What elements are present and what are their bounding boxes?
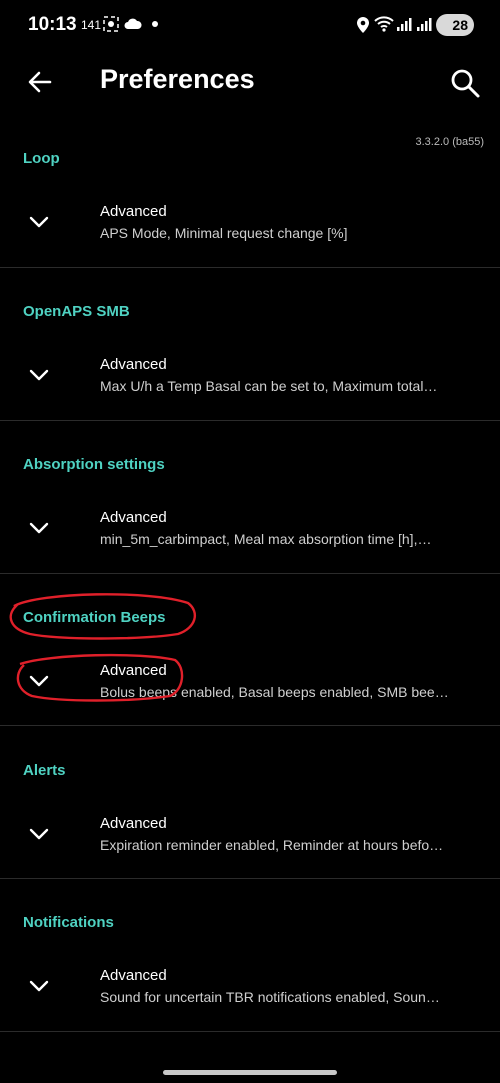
app-bar: Preferences [0, 52, 500, 114]
location-icon [357, 17, 369, 33]
notification-dot-icon [152, 21, 158, 27]
wifi-icon [374, 16, 394, 32]
advanced-item-absorption-settings[interactable]: Advanced min_5m_carbimpact, Meal max abs… [0, 497, 500, 567]
item-summary: Bolus beeps enabled, Basal beeps enabled… [100, 684, 449, 700]
home-indicator[interactable] [163, 1070, 337, 1075]
section-header-notifications: Notifications [23, 914, 114, 931]
item-title: Advanced [100, 203, 167, 220]
chevron-down-icon [29, 675, 49, 687]
screen-record-icon [103, 16, 119, 32]
divider [0, 878, 500, 879]
item-summary: APS Mode, Minimal request change [%] [100, 225, 348, 241]
divider [0, 573, 500, 574]
signal-icon [397, 18, 412, 31]
item-summary: min_5m_carbimpact, Meal max absorption t… [100, 531, 432, 547]
battery-indicator: 28 [436, 14, 474, 36]
page-title: Preferences [100, 64, 255, 94]
divider [0, 725, 500, 726]
section-header-openaps-smb: OpenAPS SMB [23, 303, 130, 320]
advanced-item-loop[interactable]: Advanced APS Mode, Minimal request chang… [0, 191, 500, 261]
app-version: 3.3.2.0 (ba55) [415, 136, 485, 148]
status-bar: 10:13 141 28 [0, 0, 500, 52]
chevron-down-icon [29, 828, 49, 840]
status-time: 10:13 [28, 14, 77, 35]
item-title: Advanced [100, 815, 167, 832]
chevron-down-icon [29, 216, 49, 228]
advanced-item-notifications[interactable]: Advanced Sound for uncertain TBR notific… [0, 955, 500, 1025]
back-arrow-icon[interactable] [24, 66, 56, 98]
section-header-alerts: Alerts [23, 762, 66, 779]
divider [0, 420, 500, 421]
chevron-down-icon [29, 522, 49, 534]
item-summary: Expiration reminder enabled, Reminder at… [100, 837, 444, 853]
item-title: Advanced [100, 967, 167, 984]
item-title: Advanced [100, 356, 167, 373]
search-icon[interactable] [448, 66, 482, 100]
battery-level: 28 [452, 17, 468, 33]
section-header-confirmation-beeps: Confirmation Beeps [23, 609, 166, 626]
item-summary: Max U/h a Temp Basal can be set to, Maxi… [100, 378, 438, 394]
chevron-down-icon [29, 369, 49, 381]
cloud-icon [124, 18, 142, 29]
chevron-down-icon [29, 980, 49, 992]
item-summary: Sound for uncertain TBR notifications en… [100, 989, 440, 1005]
section-header-loop: Loop [23, 150, 60, 167]
advanced-item-confirmation-beeps[interactable]: Advanced Bolus beeps enabled, Basal beep… [0, 650, 500, 720]
advanced-item-openaps-smb[interactable]: Advanced Max U/h a Temp Basal can be set… [0, 344, 500, 414]
item-title: Advanced [100, 509, 167, 526]
divider [0, 1031, 500, 1032]
section-header-absorption-settings: Absorption settings [23, 456, 165, 473]
item-title: Advanced [100, 662, 167, 679]
advanced-item-alerts[interactable]: Advanced Expiration reminder enabled, Re… [0, 803, 500, 873]
divider [0, 267, 500, 268]
signal-icon-2 [417, 18, 432, 31]
status-small-text: 141 [81, 18, 102, 32]
